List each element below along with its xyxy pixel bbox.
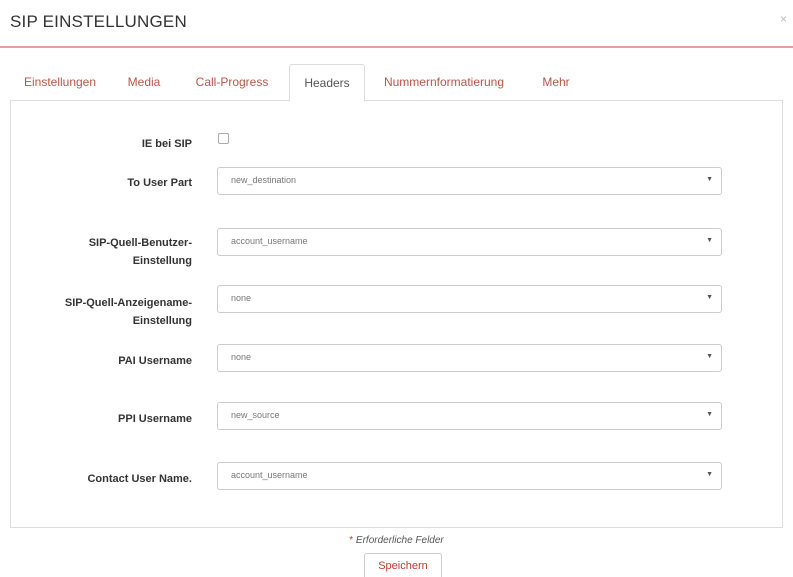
tab-mehr[interactable]: Mehr [530, 64, 582, 101]
tab-bar: Einstellungen Media Call-Progress Header… [10, 64, 783, 102]
sip-quell-anzeigename-label-line1: SIP-Quell-Anzeigename- [64, 297, 192, 309]
contact-user-name-label: Contact User Name. [87, 473, 192, 485]
to-user-part-select[interactable]: new_destination ▼ [217, 167, 722, 195]
required-fields-note: * Erforderliche Felder [0, 535, 793, 546]
required-fields-text: Erforderliche Felder [353, 535, 444, 546]
contact-user-name-value: account_username [231, 470, 308, 480]
caret-down-icon: ▼ [706, 471, 713, 478]
sip-quell-anzeigename-label-line2: Einstellung [132, 315, 192, 327]
sip-quell-anzeigename-value: none [231, 293, 252, 303]
to-user-part-label: To User Part [127, 177, 192, 189]
save-button[interactable]: Speichern [364, 553, 442, 577]
sip-quell-benutzer-select[interactable]: account_username ▼ [217, 228, 722, 256]
close-icon[interactable]: × [780, 12, 787, 26]
ie-bei-sip-label: IE bei SIP [141, 138, 192, 150]
caret-down-icon: ▼ [706, 353, 713, 360]
caret-down-icon: ▼ [706, 294, 713, 301]
caret-down-icon: ▼ [706, 237, 713, 244]
tab-einstellungen[interactable]: Einstellungen [10, 64, 110, 101]
tab-headers[interactable]: Headers [289, 64, 365, 102]
tab-media[interactable]: Media [116, 64, 172, 101]
ppi-username-select[interactable]: new_source ▼ [217, 402, 722, 430]
dialog-title: SIP EINSTELLUNGEN [10, 12, 187, 31]
caret-down-icon: ▼ [706, 176, 713, 183]
sip-quell-anzeigename-label: SIP-Quell-Anzeigename- Einstellung [12, 294, 192, 330]
ie-bei-sip-checkbox[interactable] [218, 133, 229, 144]
pai-username-label: PAI Username [118, 355, 192, 367]
pai-username-select[interactable]: none ▼ [217, 344, 722, 372]
sip-quell-benutzer-label-line1: SIP-Quell-Benutzer- [88, 237, 192, 249]
tab-nummernformatierung[interactable]: Nummernformatierung [370, 64, 518, 101]
sip-settings-dialog: SIP EINSTELLUNGEN × Einstellungen Media … [0, 0, 793, 577]
sip-quell-anzeigename-select[interactable]: none ▼ [217, 285, 722, 313]
ppi-username-label: PPI Username [118, 413, 192, 425]
sip-quell-benutzer-label: SIP-Quell-Benutzer- Einstellung [12, 234, 192, 270]
tab-call-progress[interactable]: Call-Progress [182, 64, 282, 101]
sip-quell-benutzer-label-line2: Einstellung [132, 255, 192, 267]
sip-quell-benutzer-value: account_username [231, 236, 308, 246]
pai-username-value: none [231, 352, 252, 362]
contact-user-name-select[interactable]: account_username ▼ [217, 462, 722, 490]
dialog-header: SIP EINSTELLUNGEN × [0, 0, 793, 48]
ppi-username-value: new_source [231, 410, 280, 420]
to-user-part-value: new_destination [231, 175, 297, 185]
caret-down-icon: ▼ [706, 411, 713, 418]
